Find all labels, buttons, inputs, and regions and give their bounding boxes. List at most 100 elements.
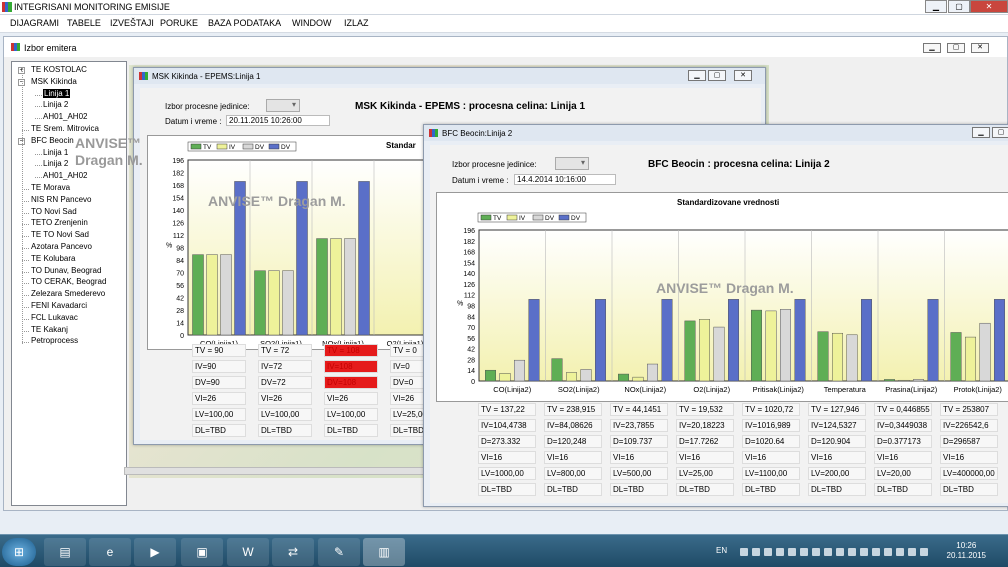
tray-icon[interactable] [872, 548, 880, 556]
value-cell: D=1020.64 [742, 435, 800, 448]
legend-swatch [242, 143, 254, 150]
tree-connector [22, 318, 29, 320]
maximize-button[interactable]: ▢ [948, 0, 970, 13]
explorer-icon[interactable]: ▤ [44, 538, 86, 566]
tray-icon[interactable] [764, 548, 772, 556]
tree-item[interactable]: TO Dunav, Beograd [31, 266, 101, 275]
tree-item[interactable]: TE Srem. Mitrovica [31, 124, 99, 133]
tray-icon[interactable] [860, 548, 868, 556]
teamviewer-icon[interactable]: ⇄ [272, 538, 314, 566]
paint-icon[interactable]: ✎ [318, 538, 360, 566]
menu-izvestaji[interactable]: IZVEŠTAJI [110, 18, 154, 28]
tree-item[interactable]: BFC Beocin [31, 136, 74, 145]
win1-minimize-button[interactable]: ▁ [688, 70, 706, 81]
y-tick-label: 182 [463, 239, 475, 246]
start-button[interactable]: ⊞ [2, 538, 36, 566]
tree-item[interactable]: TO Novi Sad [31, 207, 77, 216]
tray-icon[interactable] [812, 548, 820, 556]
tray-icon[interactable] [848, 548, 856, 556]
bar-dv [780, 309, 791, 382]
tree-item[interactable]: FCL Lukavac [31, 313, 78, 322]
y-tick-label: 0 [180, 333, 184, 340]
tray-icon[interactable] [740, 548, 748, 556]
monitoring-app-icon[interactable]: ▥ [363, 538, 405, 566]
tray-icon[interactable] [824, 548, 832, 556]
emitter-tree[interactable]: + TE KOSTOLAC − MSK Kikinda Linija 1 Linija 2… [11, 61, 127, 506]
tree-item[interactable]: TETO Zrenjenin [31, 218, 88, 227]
emitter-close-button[interactable]: ✕ [971, 43, 989, 53]
tray-icon[interactable] [836, 548, 844, 556]
tree-item[interactable]: TE KOSTOLAC [31, 65, 87, 74]
emitter-maximize-button[interactable]: ▢ [947, 43, 965, 53]
value-cell: VI=16 [478, 451, 536, 464]
bar-dv [595, 299, 606, 382]
tray-icon[interactable] [776, 548, 784, 556]
media-player-icon[interactable]: ▶ [134, 538, 176, 566]
bar-iv [699, 319, 710, 382]
win1-maximize-button[interactable]: ▢ [708, 70, 726, 81]
tray-icon[interactable] [920, 548, 928, 556]
tree-item[interactable]: Petroprocess [31, 336, 78, 345]
win1-date-field[interactable]: 20.11.2015 10:26:00 [226, 115, 330, 126]
save-app-icon[interactable]: ▣ [181, 538, 223, 566]
bar-tv [751, 309, 762, 382]
win2-date-field[interactable]: 14.4.2014 10:16:00 [514, 174, 616, 185]
language-indicator[interactable]: EN [716, 546, 727, 555]
ie-icon[interactable]: e [89, 538, 131, 566]
win2-minimize-button[interactable]: ▁ [972, 127, 990, 138]
tree-item[interactable]: TO CERAK, Beograd [31, 277, 106, 286]
value-cell: DV=90 [192, 376, 246, 389]
tree-item[interactable]: MSK Kikinda [31, 77, 77, 86]
y-tick-label: 154 [172, 196, 184, 203]
tree-item[interactable]: Linija 2 [43, 159, 68, 168]
tree-item[interactable]: TE TO Novi Sad [31, 230, 89, 239]
win2-maximize-button[interactable]: ▢ [992, 127, 1008, 138]
menu-window[interactable]: WINDOW [292, 18, 332, 28]
close-button[interactable]: ✕ [970, 0, 1008, 13]
tree-item[interactable]: Linija 1 [43, 148, 68, 157]
win1-unit-label: Izbor procesne jedinice: [165, 102, 250, 111]
tree-item[interactable]: AH01_AH02 [43, 171, 87, 180]
menu-izlaz[interactable]: IZLAZ [344, 18, 369, 28]
emitter-minimize-button[interactable]: ▁ [923, 43, 941, 53]
menu-poruke[interactable]: PORUKE [160, 18, 198, 28]
legend-label: DV [255, 144, 265, 151]
tree-item[interactable]: Azotara Pancevo [31, 242, 92, 251]
win2-unit-combo[interactable] [555, 157, 589, 170]
tree-item[interactable]: Linija 2 [43, 100, 68, 109]
menu-dijagrami[interactable]: DIJAGRAMI [10, 18, 59, 28]
bar-iv [765, 310, 777, 382]
y-tick-label: 42 [176, 296, 184, 303]
value-cell: IV=1016,989 [742, 419, 800, 432]
tray-icon[interactable] [752, 548, 760, 556]
tree-item[interactable]: TE Morava [31, 183, 70, 192]
tree-connector [22, 130, 29, 131]
tree-item[interactable]: NIS RN Pancevo [31, 195, 91, 204]
tray-icon[interactable] [908, 548, 916, 556]
bar-iv [566, 372, 577, 382]
menu-baza-podataka[interactable]: BAZA PODATAKA [208, 18, 281, 28]
value-cell: D=120,248 [544, 435, 602, 448]
bar-iv [268, 270, 280, 336]
bar-dv [713, 326, 725, 382]
tray-icon[interactable] [788, 548, 796, 556]
tree-item[interactable]: FENI Kavadarci [31, 301, 87, 310]
clock[interactable]: 10:26 20.11.2015 [947, 541, 986, 561]
y-tick-label: 98 [176, 246, 184, 253]
tray-icon[interactable] [884, 548, 892, 556]
tray-icon[interactable] [800, 548, 808, 556]
tree-item[interactable]: TE Kakanj [31, 325, 68, 334]
win1-unit-combo[interactable] [266, 99, 300, 112]
legend-label: DV [571, 215, 581, 222]
bar-dv [647, 363, 658, 382]
tree-connector [22, 271, 29, 273]
word-icon[interactable]: W [227, 538, 269, 566]
win1-close-button[interactable]: ✕ [734, 70, 752, 81]
tree-item[interactable]: Linija 1 [43, 88, 71, 98]
minimize-button[interactable]: ▁ [925, 0, 947, 13]
tree-item[interactable]: AH01_AH02 [43, 112, 87, 121]
menu-tabele[interactable]: TABELE [67, 18, 101, 28]
tree-item[interactable]: Zelezara Smederevo [31, 289, 105, 298]
tree-item[interactable]: TE Kolubara [31, 254, 75, 263]
tray-icon[interactable] [896, 548, 904, 556]
